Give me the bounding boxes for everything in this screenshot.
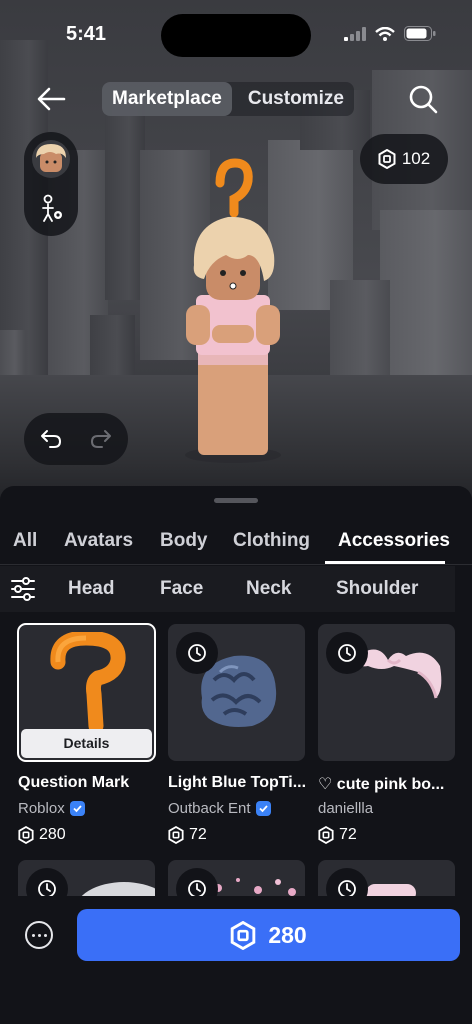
- price-value: 280: [39, 826, 66, 843]
- limited-time-badge: [326, 632, 368, 674]
- item-name: Light Blue TopTi...: [168, 774, 307, 791]
- item-creator[interactable]: Outback Ent: [168, 800, 271, 817]
- avatar-preview-scene[interactable]: 5:41 Marketplace Customize 102: [0, 0, 472, 500]
- top-tabs: Marketplace Customize: [102, 82, 354, 116]
- item-thumbnail[interactable]: [318, 860, 455, 900]
- scene-pillar: [105, 100, 145, 300]
- dynamic-island: [161, 14, 311, 57]
- verified-icon: [69, 801, 85, 816]
- more-icon[interactable]: [25, 921, 53, 949]
- item-price: 72: [168, 826, 207, 844]
- subtab-shoulder[interactable]: Shoulder: [336, 578, 418, 600]
- item-thumbnail[interactable]: [18, 860, 155, 900]
- search-icon[interactable]: [408, 84, 438, 114]
- scene-pillar: [380, 210, 472, 395]
- item-thumbnail[interactable]: [168, 860, 305, 900]
- redo-icon[interactable]: [90, 429, 112, 449]
- subcategory-tabs: Head Face Neck Shoulder: [0, 566, 472, 612]
- tab-customize[interactable]: Customize: [238, 82, 354, 116]
- details-button[interactable]: Details: [21, 729, 152, 758]
- status-icons: [344, 26, 436, 41]
- battery-icon: [404, 26, 436, 41]
- item-price: 280: [18, 826, 66, 844]
- buy-bar: 280: [0, 896, 472, 1024]
- creator-name: daniellla: [318, 800, 374, 817]
- clock-icon: [338, 644, 356, 662]
- limited-time-badge: [176, 632, 218, 674]
- avatar-figure[interactable]: [168, 155, 298, 465]
- scene-pillar: [90, 315, 135, 375]
- status-time: 5:41: [66, 23, 107, 45]
- scene-pillar: [330, 280, 390, 390]
- signal-icon: [344, 26, 366, 41]
- item-price: 72: [318, 826, 357, 844]
- question-mark-thumbnail: [50, 632, 126, 730]
- subtab-neck[interactable]: Neck: [246, 578, 291, 600]
- subtab-head[interactable]: Head: [68, 578, 114, 600]
- item-creator[interactable]: Roblox: [18, 800, 85, 817]
- robux-icon: [168, 826, 184, 844]
- back-arrow-icon[interactable]: [36, 86, 66, 112]
- tab-accessories[interactable]: Accessories: [338, 530, 450, 552]
- tab-clothing[interactable]: Clothing: [233, 530, 310, 552]
- wifi-icon: [375, 26, 395, 41]
- verified-icon: [255, 801, 271, 816]
- scroll-edge: [455, 566, 472, 612]
- tab-body[interactable]: Body: [160, 530, 208, 552]
- item-name: ♡ cute pink bo...: [318, 776, 445, 793]
- divider: [0, 564, 472, 565]
- price-value: 72: [339, 826, 357, 843]
- item-thumbnail[interactable]: [318, 624, 455, 761]
- undo-icon[interactable]: [40, 429, 62, 449]
- item-thumbnail[interactable]: [168, 624, 305, 761]
- tab-marketplace[interactable]: Marketplace: [102, 82, 232, 116]
- category-tabs: All Avatars Body Clothing Accessories: [0, 524, 472, 564]
- avatar-settings-icon[interactable]: [39, 194, 65, 222]
- robux-icon: [318, 826, 334, 844]
- robux-icon: [18, 826, 34, 844]
- tab-all[interactable]: All: [13, 530, 37, 552]
- item-creator[interactable]: daniellla: [318, 800, 373, 817]
- robux-icon: [231, 920, 256, 950]
- undo-redo-controls: [24, 413, 128, 465]
- buy-button[interactable]: 280: [77, 909, 460, 961]
- item-thumbnail[interactable]: Details: [17, 623, 156, 762]
- creator-name: Outback Ent: [168, 800, 251, 817]
- robux-balance-value: 102: [401, 149, 431, 168]
- sheet-grabber[interactable]: [214, 498, 258, 503]
- buy-price: 280: [268, 921, 307, 948]
- tab-avatars[interactable]: Avatars: [64, 530, 133, 552]
- robux-icon: [378, 149, 396, 169]
- robux-balance[interactable]: 102: [360, 134, 448, 184]
- avatar-side-panel: [24, 132, 78, 236]
- clock-icon: [188, 644, 206, 662]
- item-name: Question Mark: [18, 774, 130, 791]
- filter-icon[interactable]: [10, 576, 36, 602]
- subtab-face[interactable]: Face: [160, 578, 203, 600]
- avatar-thumbnail[interactable]: [32, 140, 70, 178]
- price-value: 72: [189, 826, 207, 843]
- creator-name: Roblox: [18, 800, 65, 817]
